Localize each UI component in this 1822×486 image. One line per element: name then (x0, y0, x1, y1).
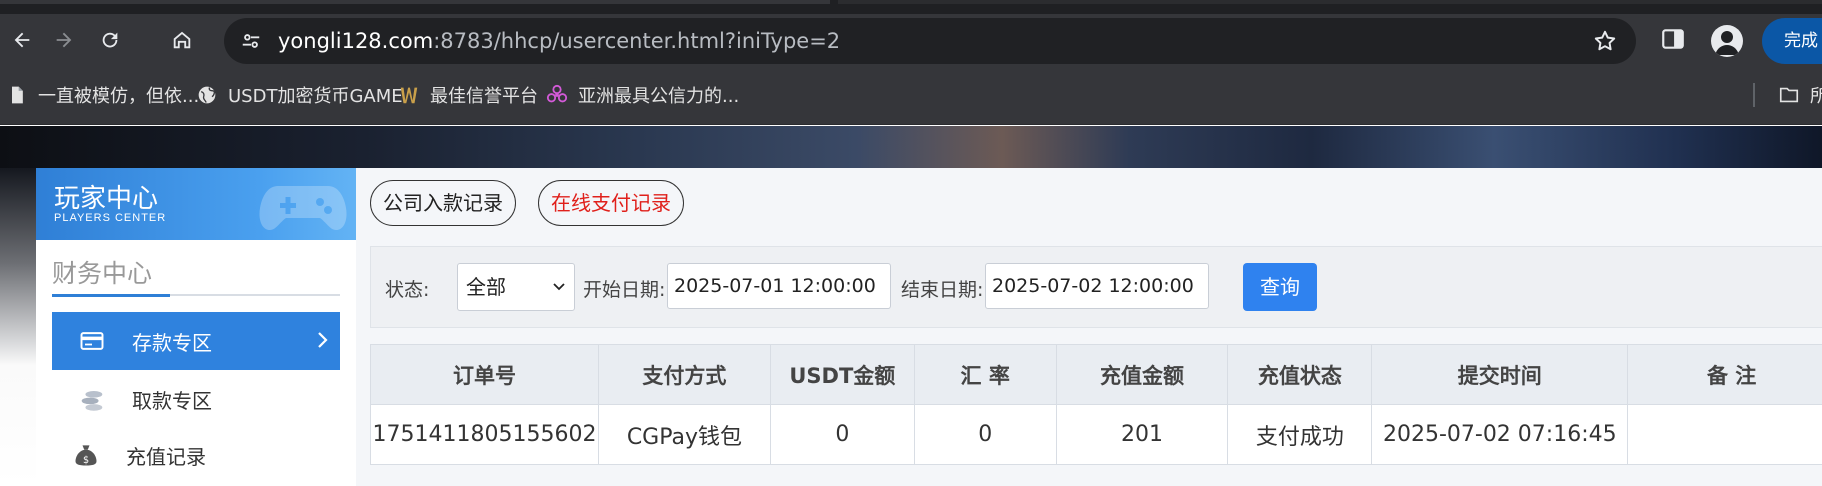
cell-recharge-amount: 201 (1055, 404, 1229, 465)
main-content: 公司入款记录 在线支付记录 状态: 全部 开始日期: 2025-07-01 12… (356, 168, 1822, 486)
cell-exchange-rate: 0 (913, 404, 1057, 465)
cell-order-no: 1751411805155602 (370, 404, 599, 465)
players-center-subtitle: PLAYERS CENTER (54, 212, 167, 224)
background-fade (0, 168, 36, 486)
brand-icon (398, 84, 420, 106)
url-text[interactable]: yongli128.com:8783/hhcp/usercenter.html?… (278, 29, 840, 53)
site-banner (0, 126, 1822, 168)
status-select[interactable]: 全部 (457, 263, 575, 311)
sidebar-item-withdraw[interactable]: 取款专区 (52, 370, 340, 428)
cell-recharge-status: 支付成功 (1227, 404, 1373, 465)
payment-records-table: 订单号 支付方式 USDT金额 汇 率 充值金额 充值状态 提交时间 备 注 1… (370, 344, 1822, 465)
site-info-icon[interactable] (236, 26, 266, 56)
coins-icon (76, 383, 108, 415)
bookmark-item-4[interactable]: 亚洲最具公信力的... (546, 80, 739, 110)
column-header-exchange-rate: 汇 率 (913, 344, 1057, 405)
globe-icon (196, 84, 218, 106)
end-date-label: 结束日期: (901, 279, 984, 301)
finish-button[interactable]: 完成 (1762, 18, 1822, 64)
money-bag-icon: $ (70, 439, 102, 471)
query-button[interactable]: 查询 (1243, 263, 1317, 311)
bookmark-star-icon[interactable] (1592, 28, 1618, 54)
folder-label: 所 (1810, 86, 1822, 107)
bookmark-label: 亚洲最具公信力的... (578, 86, 740, 107)
side-panel-icon[interactable] (1660, 26, 1690, 56)
column-header-order-no: 订单号 (370, 344, 599, 405)
url-path: :8783/hhcp/usercenter.html?iniType=2 (433, 29, 841, 53)
tab-company-deposit-records[interactable]: 公司入款记录 (370, 180, 516, 226)
document-icon (6, 84, 28, 106)
all-bookmarks-folder[interactable]: 所 (1778, 80, 1822, 110)
active-tab-edge (0, 0, 830, 4)
bookmark-label: USDT加密货币GAME (228, 86, 403, 107)
profile-avatar-icon[interactable] (1711, 25, 1743, 57)
section-active-underline (52, 294, 170, 297)
players-center-header: 玩家中心 PLAYERS CENTER (36, 168, 356, 240)
back-button[interactable] (2, 20, 42, 60)
bookmark-item-2[interactable]: USDT加密货币GAME (196, 80, 403, 110)
arrow-right-icon (56, 32, 72, 48)
sidebar-item-label: 充值记录 (126, 444, 206, 469)
tab-online-payment-records[interactable]: 在线支付记录 (538, 180, 684, 226)
players-center-sidebar: 玩家中心 PLAYERS CENTER 财务中心 存款专区 取款专区 $ 充值记… (36, 168, 356, 486)
reload-button[interactable] (90, 20, 130, 60)
reload-icon (102, 32, 118, 48)
bookmark-label: 一直被模仿，但依... (38, 86, 200, 107)
flower-icon (546, 84, 568, 106)
start-date-label: 开始日期: (583, 279, 666, 301)
browser-toolbar: yongli128.com:8783/hhcp/usercenter.html?… (0, 14, 1822, 67)
end-date-input[interactable]: 2025-07-02 12:00:00 (985, 263, 1209, 309)
home-icon (173, 31, 191, 49)
gamepad-icon (259, 186, 347, 230)
tab-strip (0, 0, 1822, 14)
column-header-remarks: 备 注 (1627, 344, 1822, 405)
cell-usdt-amount: 0 (769, 404, 915, 465)
column-header-usdt-amount: USDT金额 (769, 344, 915, 405)
players-center-title: 玩家中心 (54, 184, 159, 214)
card-icon (76, 325, 108, 357)
column-header-recharge-status: 充值状态 (1227, 344, 1373, 405)
bookmark-item-1[interactable]: 一直被模仿，但依... (6, 80, 199, 110)
filter-bar: 状态: 全部 开始日期: 2025-07-01 12:00:00 结束日期: 2… (370, 246, 1822, 328)
sidebar-item-deposit[interactable]: 存款专区 (52, 312, 340, 370)
section-title: 财务中心 (52, 259, 153, 288)
start-date-input[interactable]: 2025-07-01 12:00:00 (667, 263, 891, 309)
column-header-payment-method: 支付方式 (597, 344, 771, 405)
forward-button[interactable] (44, 20, 84, 60)
table-header-row: 订单号 支付方式 USDT金额 汇 率 充值金额 充值状态 提交时间 备 注 (370, 344, 1822, 405)
inactive-tab-edge (838, 0, 1822, 4)
bookmark-item-3[interactable]: 最佳信誉平台 (398, 80, 538, 110)
cell-payment-method: CGPay钱包 (597, 404, 771, 465)
column-header-submit-time: 提交时间 (1371, 344, 1629, 405)
sidebar-item-recharge-records[interactable]: $ 充值记录 (52, 426, 340, 484)
cell-submit-time: 2025-07-02 07:16:45 (1371, 404, 1629, 465)
url-host: yongli128.com (278, 29, 434, 53)
column-header-recharge-amount: 充值金额 (1055, 344, 1229, 405)
section-divider (52, 294, 340, 297)
address-bar[interactable]: yongli128.com:8783/hhcp/usercenter.html?… (224, 18, 1636, 64)
bookmarks-bar: 一直被模仿，但依... USDT加密货币GAME 最佳信誉平台 亚洲最具公信力的… (0, 67, 1822, 125)
arrow-left-icon (14, 32, 30, 48)
status-label: 状态: (385, 279, 430, 301)
svg-text:$: $ (83, 455, 89, 466)
sidebar-item-label: 存款专区 (132, 330, 212, 355)
cell-remarks (1627, 404, 1822, 465)
bookmark-label: 最佳信誉平台 (430, 86, 538, 107)
status-select-value: 全部 (466, 275, 506, 299)
sidebar-item-label: 取款专区 (132, 388, 212, 413)
page-viewport: 玩家中心 PLAYERS CENTER 财务中心 存款专区 取款专区 $ 充值记… (0, 126, 1822, 486)
folder-icon (1778, 84, 1800, 106)
table-row: 1751411805155602 CGPay钱包 0 0 201 支付成功 20… (370, 404, 1822, 465)
home-button[interactable] (162, 20, 202, 60)
chevron-down-icon (553, 283, 565, 291)
chevron-right-icon (318, 332, 328, 348)
bookmarks-separator (1753, 83, 1755, 107)
